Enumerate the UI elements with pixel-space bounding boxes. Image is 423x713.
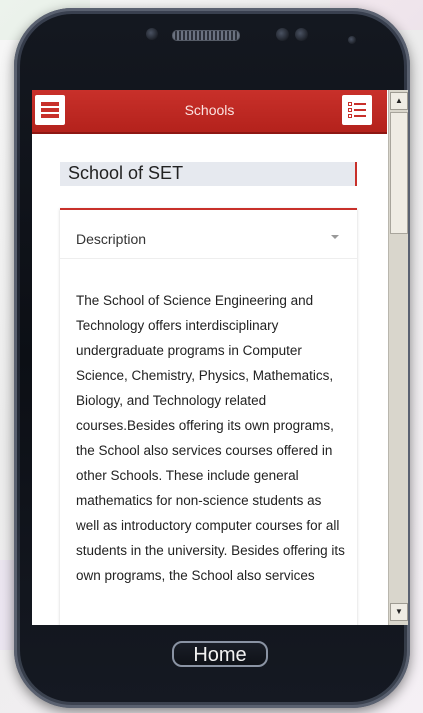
description-text: The School of Science Engineering and Te… — [76, 293, 345, 583]
page-title: School of SET — [68, 163, 184, 183]
vertical-scrollbar[interactable]: ▲ ▼ — [388, 90, 408, 625]
page: Schools School of SET Description The Sc… — [0, 0, 423, 713]
front-sensor-icon — [276, 28, 289, 41]
scroll-up-arrow-icon[interactable]: ▲ — [390, 92, 408, 110]
scroll-down-arrow-icon[interactable]: ▼ — [390, 603, 408, 621]
scroll-thumb[interactable] — [390, 112, 408, 234]
description-toggle[interactable]: Description — [60, 210, 357, 259]
proximity-sensor-icon — [348, 36, 356, 44]
front-camera-icon — [295, 28, 308, 41]
phone-screen: Schools School of SET Description The Sc… — [32, 90, 408, 625]
description-label: Description — [76, 231, 147, 247]
school-title-bar: School of SET — [60, 162, 357, 186]
earpiece-speaker — [172, 30, 240, 41]
description-panel: Description The School of Science Engine… — [60, 208, 357, 625]
chevron-down-icon — [331, 235, 339, 239]
app-title: Schools — [184, 102, 235, 118]
home-button[interactable]: Home — [172, 641, 268, 667]
app-header: Schools — [32, 90, 387, 134]
list-icon[interactable] — [342, 95, 372, 125]
menu-icon[interactable] — [35, 95, 65, 125]
hamburger-bars-icon — [41, 102, 59, 118]
front-sensor-icon — [146, 28, 158, 40]
